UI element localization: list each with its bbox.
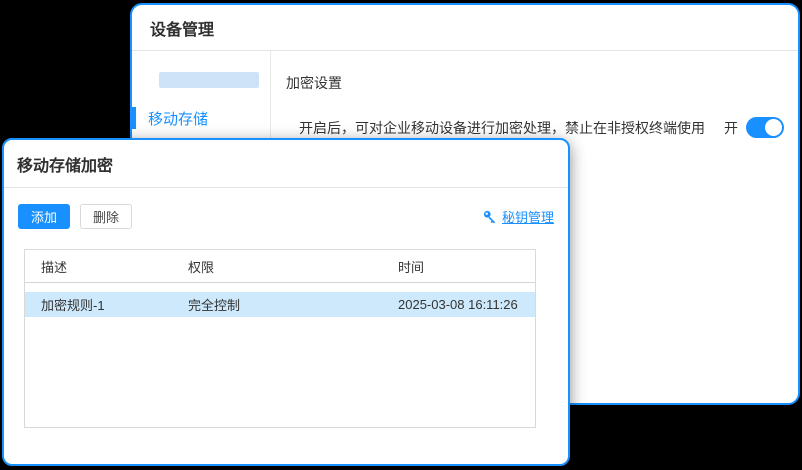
table-header-row: 描述 权限 时间 xyxy=(25,250,535,283)
encryption-toggle-row: 开启后，可对企业移动设备进行加密处理，禁止在非授权终端使用 开 xyxy=(286,117,784,138)
table-row[interactable]: 加密规则-1 完全控制 2025-03-08 16:11:26 xyxy=(25,292,535,317)
cell-description: 加密规则-1 xyxy=(41,295,188,314)
device-panel-header: 设备管理 xyxy=(132,5,798,51)
column-header-permission: 权限 xyxy=(188,257,398,276)
page-title: 设备管理 xyxy=(150,16,214,40)
column-header-description: 描述 xyxy=(41,257,188,276)
active-indicator-bar xyxy=(132,107,136,129)
cell-permission: 完全控制 xyxy=(188,295,398,314)
encryption-rules-table: 描述 权限 时间 加密规则-1 完全控制 2025-03-08 16:11:26 xyxy=(24,249,536,428)
dialog-title: 移动存储加密 xyxy=(17,152,113,176)
sidebar-skeleton-bar xyxy=(159,72,259,88)
encryption-settings-title: 加密设置 xyxy=(286,73,784,93)
sidebar-item-mobile-storage[interactable]: 移动存储 xyxy=(132,105,270,131)
mobile-storage-encryption-dialog: 移动存储加密 添加 删除 秘钥管理 描述 权限 时间 加密规则-1 完全控制 xyxy=(2,138,570,466)
toggle-group: 开 xyxy=(724,117,784,138)
encryption-description: 开启后，可对企业移动设备进行加密处理，禁止在非授权终端使用 xyxy=(286,118,705,138)
key-management-label: 秘钥管理 xyxy=(502,207,554,226)
dialog-toolbar: 添加 删除 秘钥管理 xyxy=(18,204,554,229)
table-body: 加密规则-1 完全控制 2025-03-08 16:11:26 xyxy=(25,283,535,317)
cell-time: 2025-03-08 16:11:26 xyxy=(398,297,535,312)
encryption-toggle-switch[interactable] xyxy=(746,117,784,138)
column-header-time: 时间 xyxy=(398,257,535,276)
key-icon xyxy=(482,209,497,224)
key-management-link[interactable]: 秘钥管理 xyxy=(482,207,554,226)
dialog-header: 移动存储加密 xyxy=(4,140,568,188)
delete-button[interactable]: 删除 xyxy=(80,204,132,229)
toggle-state-label: 开 xyxy=(724,118,738,138)
add-button[interactable]: 添加 xyxy=(18,204,70,229)
sidebar-item-label: 移动存储 xyxy=(148,108,208,129)
toggle-knob xyxy=(765,119,782,136)
